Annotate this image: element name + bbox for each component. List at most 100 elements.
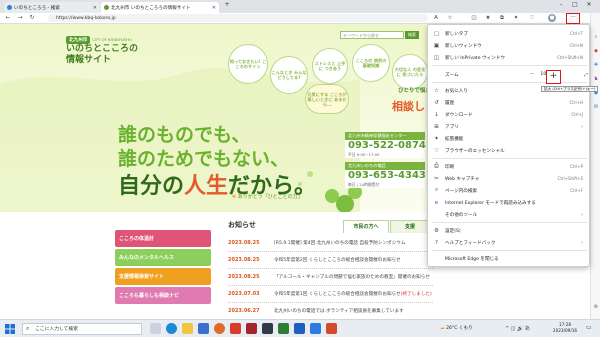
news-row[interactable]: 2023.08.25 令和5年度第2回 くらしとこころの総合相談会開催のお知らせ [228, 252, 433, 269]
site-search-button[interactable]: 検索 [405, 31, 419, 39]
banner-label: こころの体温計 [119, 236, 155, 242]
store-app-icon[interactable] [198, 323, 209, 334]
city-badge[interactable]: 北九州市 [66, 36, 91, 44]
windows-start-icon[interactable] [5, 324, 15, 334]
zoom-minus-button[interactable]: — [525, 72, 539, 77]
menu-item-settings[interactable]: ⚙ 設定(S) [428, 225, 591, 236]
menu-item-downloads[interactable]: ↓ ダウンロード Ctrl+J [428, 109, 591, 120]
menu-shortcut: Ctrl+Shift+S [557, 176, 583, 181]
fullscreen-icon[interactable]: ⤢ [581, 72, 591, 78]
games-icon[interactable]: ♞ [592, 75, 600, 83]
bubble-taisetsu[interactable]: 大切な人 の変化に 気づいたら [392, 54, 428, 90]
zoom-plus-button[interactable]: + [546, 70, 561, 84]
notification-icon[interactable]: ▭ [586, 324, 592, 331]
excel-app-icon[interactable] [278, 323, 289, 334]
new-tab-plus-icon[interactable]: + [222, 1, 232, 8]
settings-and-more-button[interactable]: ··· [566, 13, 580, 24]
maximize-icon[interactable]: □ [570, 1, 580, 8]
close-icon[interactable]: ✕ [212, 5, 216, 11]
history-icon: ↺ [434, 99, 439, 106]
clock[interactable]: 17:28 2023/09/16 [550, 322, 580, 334]
bubble-minna[interactable]: こんなとき みんな どうしてる? [270, 56, 308, 94]
menu-shortcut: Ctrl+T [570, 31, 583, 36]
shopping-icon[interactable]: ◆ [592, 47, 600, 55]
banner-taionkei[interactable]: こころの体温計 [115, 230, 211, 247]
tools-icon[interactable]: ✚ [592, 61, 600, 69]
menu-label: ダウンロード [445, 112, 473, 118]
edge-app-icon[interactable] [166, 323, 177, 334]
banner-sodan-navi[interactable]: こころも暮らしも相談ナビ [115, 287, 211, 304]
menu-item-essentials[interactable]: ♡ ブラウザーのエッセンシャル [428, 145, 591, 156]
menu-item-ie-mode[interactable]: e Internet Explorer モードで再読み込みする [428, 197, 591, 208]
news-tab-support[interactable]: 支援 [390, 220, 430, 233]
menu-item-inprivate[interactable]: ◫ 新しい InPrivate ウィンドウ Ctrl+Shift+N [428, 52, 591, 63]
site-title[interactable]: いのちとこころの情報サイト [66, 44, 146, 66]
banner-shien-search[interactable]: 支援情報検索サイト [115, 268, 211, 285]
banner-label: こころも暮らしも相談ナビ [119, 293, 180, 299]
bubble-genki[interactable]: 元気にする こころが楽しいときに あるから… [305, 84, 349, 114]
app-blue-icon[interactable] [310, 323, 321, 334]
zoom-in-tooltip: 拡大 (Ctrl+プラス記号(+)キー) [541, 86, 599, 92]
menu-label: 履歴 [445, 100, 455, 106]
menu-item-new-tab[interactable]: ▢ 新しいタブ Ctrl+T [428, 28, 591, 39]
tray-icons[interactable]: ^ ◫ 🔊 あ [505, 325, 530, 332]
news-row[interactable]: 2023.06.27 北九州いのちの電話では ボランティア相談員を募集しています [228, 303, 433, 319]
menu-item-new-window[interactable]: ▣ 新しいウィンドウ Ctrl+N [428, 40, 591, 51]
site-search-input[interactable]: キーワードから探す [340, 31, 404, 39]
menu-item-find[interactable]: ⌕ ページ内の検索 Ctrl+F [428, 185, 591, 196]
menu-item-apps[interactable]: ⊞ アプリ › [428, 121, 591, 132]
explorer-app-icon[interactable] [182, 323, 193, 334]
profile-avatar-icon[interactable]: ● [548, 14, 556, 22]
firefox-app-icon[interactable] [214, 323, 225, 334]
forward-icon[interactable]: → [16, 14, 24, 21]
extensions-icon[interactable]: ✦ [512, 14, 520, 22]
menu-item-more-tools[interactable]: その他のツール › [428, 209, 591, 220]
menu-item-print[interactable]: ⎙ 印刷 Ctrl+P [428, 161, 591, 172]
app-dark-icon[interactable] [262, 323, 273, 334]
news-row[interactable]: 2023.07.03 令和5年度第1回 くらしとこころの総合相談会開催のお知らせ(… [228, 286, 433, 303]
menu-item-extensions[interactable]: ✦ 拡張機能 [428, 133, 591, 144]
menu-item-web-capture[interactable]: ✂ Web キャプチャ Ctrl+Shift+S [428, 173, 591, 184]
back-icon[interactable]: ← [4, 14, 12, 21]
app-red-icon[interactable] [230, 323, 241, 334]
tab-search[interactable]: いのちところろ - 検索 ✕ [4, 2, 100, 13]
split-screen-icon[interactable]: ◫ [470, 14, 478, 22]
weather-widget[interactable]: ☁ 26°C くもり [440, 325, 473, 331]
tab-kokoro[interactable]: 北九州市 いのちところろの情報サイト ✕ [101, 2, 219, 13]
browser-essentials-icon[interactable]: ♡ [528, 14, 536, 22]
card2-phone[interactable]: 093-653-4343 [345, 170, 426, 182]
menu-label: 新しいウィンドウ [445, 43, 482, 49]
outlook-icon[interactable]: ✉ [592, 103, 600, 111]
task-view-icon[interactable] [150, 323, 161, 334]
arigatou-link[interactable]: ❀ ありがとう「ひとことの力」 [232, 193, 303, 200]
news-row[interactable]: 2023.08.25 「アルコール・ギャンブルの問題で悩む家族のための教室」開催の… [228, 269, 433, 286]
news-date: 2023.08.25 [228, 274, 260, 280]
card1-phone[interactable]: 093-522-0874 [345, 140, 426, 152]
banner-mental-health[interactable]: みんなのメンタルヘルス [115, 249, 211, 266]
acrobat-app-icon[interactable] [246, 323, 257, 334]
search-sidebar-icon[interactable]: ⌕ [592, 33, 600, 41]
close-icon[interactable]: ✕ [93, 5, 97, 11]
favorites-icon[interactable]: ★ [484, 14, 492, 22]
bubble-kokoro-sign[interactable]: 知っておきたい! こころのサイン [228, 44, 268, 84]
url-field[interactable]: https://www.kbq-kokoro.jp [48, 14, 428, 22]
menu-label: Internet Explorer モードで再読み込みする [445, 200, 536, 206]
read-aloud-icon[interactable]: A [432, 14, 440, 22]
sidebar-settings-icon[interactable]: ⚙ [592, 303, 600, 311]
menu-item-history[interactable]: ↺ 履歴 Ctrl+H [428, 97, 591, 108]
bubble-stress[interactable]: ストレスと 上手に つきあう [312, 48, 348, 84]
collections-icon[interactable]: ⧉ [498, 14, 506, 22]
taskbar-search-input[interactable]: ここに入力して検索 [22, 323, 142, 335]
minimize-icon[interactable]: – [556, 1, 566, 8]
window-close-icon[interactable]: ✕ [584, 1, 594, 8]
refresh-icon[interactable]: ↻ [28, 14, 36, 21]
menu-item-help[interactable]: ? ヘルプとフィードバック › [428, 237, 591, 248]
favorite-star-icon[interactable]: ☆ [446, 14, 454, 22]
powerpoint-app-icon[interactable] [326, 323, 337, 334]
news-row[interactable]: 2023.08.25 [R5.9.1開催] 第4回 北九州いのちの電話 自殺予防シ… [228, 235, 433, 252]
bubble-byoki[interactable]: こころの 病気の 基礎知識 [352, 44, 390, 82]
word-app-icon[interactable] [294, 323, 305, 334]
menu-label: ブラウザーのエッセンシャル [445, 148, 505, 154]
menu-item-close-edge[interactable]: Microsoft Edge を閉じる [428, 253, 591, 264]
news-tab-citizen[interactable]: 市民の方へ [343, 220, 389, 233]
